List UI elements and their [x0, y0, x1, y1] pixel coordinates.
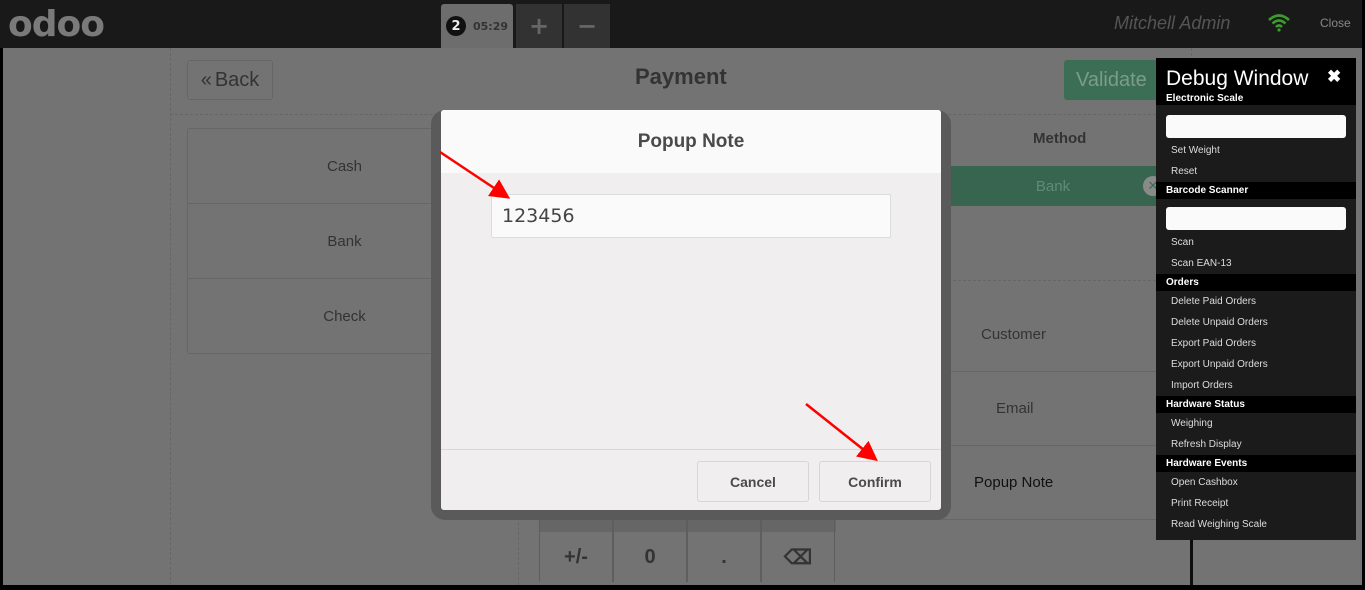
remove-order-button[interactable]: − — [564, 4, 610, 48]
set-weight-button[interactable]: Set Weight — [1156, 140, 1356, 161]
popup-footer: Cancel Confirm — [441, 449, 941, 510]
import-orders-button[interactable]: Import Orders — [1156, 375, 1356, 396]
user-name[interactable]: Mitchell Admin — [1114, 13, 1230, 34]
scan-ean13-button[interactable]: Scan EAN-13 — [1156, 253, 1356, 274]
weighing-button[interactable]: Weighing — [1156, 413, 1356, 434]
section-orders: Orders — [1156, 274, 1356, 291]
print-receipt-button[interactable]: Print Receipt — [1156, 493, 1356, 514]
section-hardware-events: Hardware Events — [1156, 455, 1356, 472]
divider — [170, 48, 171, 585]
frame-edge — [0, 48, 3, 590]
export-unpaid-orders-button[interactable]: Export Unpaid Orders — [1156, 354, 1356, 375]
debug-header: Debug Window ✖ Electronic Scale — [1156, 58, 1356, 105]
close-button[interactable]: Close — [1320, 16, 1351, 30]
popup-note-input[interactable] — [491, 194, 891, 238]
double-chevron-left-icon: « — [200, 68, 212, 91]
delete-unpaid-orders-button[interactable]: Delete Unpaid Orders — [1156, 312, 1356, 333]
back-label: Back — [214, 68, 260, 91]
payment-line[interactable]: Bank — [933, 166, 1173, 206]
delete-paid-orders-button[interactable]: Delete Paid Orders — [1156, 291, 1356, 312]
numpad: +/- 0 . ⌫ — [539, 512, 836, 582]
payment-method-check[interactable]: Check — [188, 279, 441, 354]
section-hardware-status: Hardware Status — [1156, 396, 1356, 413]
payment-methods-list: Cash Bank Check — [187, 128, 442, 354]
close-icon[interactable]: ✖ — [1327, 67, 1341, 87]
divider — [933, 280, 1191, 281]
back-button[interactable]: « Back — [187, 60, 273, 100]
odoo-logo: odoo — [8, 4, 105, 45]
frame-edge — [0, 585, 1365, 590]
order-tab[interactable]: 2 05:29 — [441, 4, 513, 48]
export-paid-orders-button[interactable]: Export Paid Orders — [1156, 333, 1356, 354]
lines-header-method: Method — [1033, 130, 1087, 147]
cancel-button[interactable]: Cancel — [697, 461, 809, 502]
scan-button[interactable]: Scan — [1156, 232, 1356, 253]
read-weighing-scale-button[interactable]: Read Weighing Scale — [1156, 514, 1356, 535]
debug-title: Debug Window — [1166, 67, 1309, 90]
popup-title: Popup Note — [441, 110, 941, 173]
numpad-row: +/- 0 . ⌫ — [539, 532, 836, 582]
numpad-plus-minus[interactable]: +/- — [539, 532, 613, 582]
section-electronic-scale: Electronic Scale — [1166, 93, 1244, 104]
numpad-zero[interactable]: 0 — [613, 532, 687, 582]
payment-method-cash[interactable]: Cash — [188, 129, 441, 204]
order-time: 05:29 — [473, 19, 509, 33]
reset-button[interactable]: Reset — [1156, 161, 1356, 182]
page-title: Payment — [635, 64, 727, 89]
numpad-decimal[interactable]: . — [687, 532, 761, 582]
add-order-button[interactable]: + — [516, 4, 562, 48]
wifi-icon — [1268, 14, 1290, 36]
confirm-button[interactable]: Confirm — [819, 461, 931, 502]
barcode-input[interactable] — [1166, 207, 1346, 230]
section-barcode-scanner: Barcode Scanner — [1156, 182, 1356, 199]
payment-method-bank[interactable]: Bank — [188, 204, 441, 279]
top-bar: odoo 2 05:29 + − Mitchell Admin Close — [0, 0, 1365, 48]
order-number-badge: 2 — [446, 16, 466, 36]
popup-note-dialog: Popup Note Cancel Confirm — [441, 110, 941, 510]
backspace-icon[interactable]: ⌫ — [761, 532, 835, 582]
debug-window: Debug Window ✖ Electronic Scale Set Weig… — [1156, 58, 1356, 540]
weight-input[interactable] — [1166, 115, 1346, 138]
refresh-display-button[interactable]: Refresh Display — [1156, 434, 1356, 455]
open-cashbox-button[interactable]: Open Cashbox — [1156, 472, 1356, 493]
